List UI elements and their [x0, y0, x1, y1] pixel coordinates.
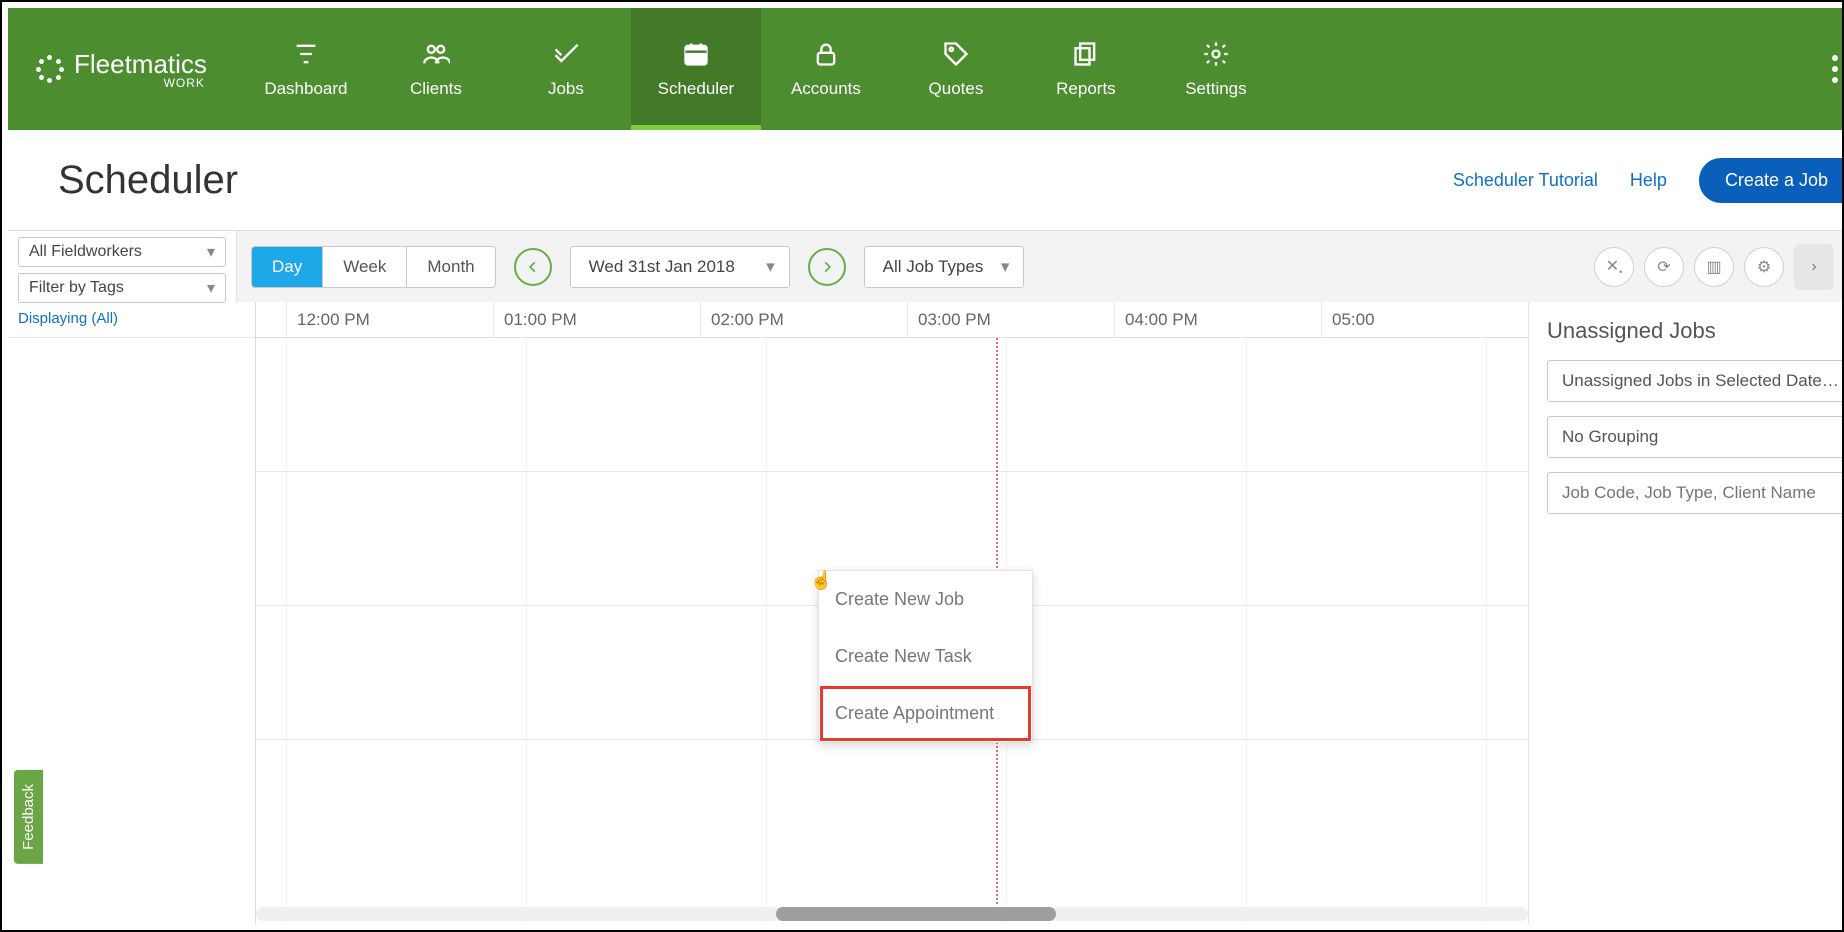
scrollbar-thumb[interactable]	[776, 907, 1056, 921]
close-x-icon: ✕•	[1606, 256, 1623, 277]
view-month-button[interactable]: Month	[407, 247, 494, 287]
unassigned-title: Unassigned Jobs	[1547, 318, 1844, 344]
prev-day-button[interactable]	[514, 248, 552, 286]
gear-icon: ⚙	[1757, 257, 1771, 277]
nav-quotes[interactable]: Quotes	[891, 8, 1021, 130]
brand-name: Fleetmatics	[74, 49, 207, 79]
toolbar: All Fieldworkers▾ Filter by Tags▾ Day We…	[8, 230, 1844, 302]
unassigned-range-dropdown[interactable]: Unassigned Jobs in Selected Date Range	[1547, 360, 1844, 402]
time-slot: 05:00	[1321, 302, 1528, 337]
nav-accounts[interactable]: Accounts	[761, 8, 891, 130]
columns-icon: ▥	[1706, 257, 1721, 277]
overflow-menu-icon[interactable]	[1832, 55, 1838, 83]
nav-jobs[interactable]: Jobs	[501, 8, 631, 130]
time-header: 12:00 PM 01:00 PM 02:00 PM 03:00 PM 04:0…	[256, 302, 1528, 338]
time-slot: 02:00 PM	[700, 302, 907, 337]
tags-dropdown[interactable]: Filter by Tags▾	[18, 273, 226, 303]
chevron-right-icon	[820, 260, 834, 274]
tool-button-1[interactable]: ✕•	[1594, 247, 1634, 287]
ctx-create-new-task[interactable]: Create New Task	[819, 628, 1032, 685]
page-header: Scheduler Scheduler Tutorial Help Create…	[8, 130, 1844, 230]
nav-reports[interactable]: Reports	[1021, 8, 1151, 130]
brand-logo: Fleetmatics WORK	[8, 8, 241, 130]
unassigned-panel: Unassigned Jobs Unassigned Jobs in Selec…	[1528, 302, 1844, 924]
help-link[interactable]: Help	[1630, 170, 1667, 191]
filter-icon	[292, 39, 320, 69]
worker-row[interactable]: Brittany Stokes	[256, 338, 1528, 472]
time-slot: 04:00 PM	[1114, 302, 1321, 337]
chevron-right-icon: ›	[1811, 258, 1816, 276]
context-menu: Create New Job Create New Task Create Ap…	[818, 570, 1033, 743]
next-day-button[interactable]	[808, 248, 846, 286]
unassigned-search-input[interactable]	[1547, 472, 1844, 514]
jobtypes-dropdown[interactable]: All Job Types▾	[864, 246, 1025, 288]
nav-scheduler[interactable]: Scheduler	[631, 8, 761, 130]
copy-icon	[1072, 39, 1100, 69]
date-picker[interactable]: Wed 31st Jan 2018▾	[570, 246, 790, 288]
create-job-button[interactable]: Create a Job	[1699, 158, 1844, 203]
tool-settings-button[interactable]: ⚙	[1744, 247, 1784, 287]
gear-icon	[1202, 39, 1230, 69]
caret-down-icon: ▾	[207, 278, 215, 298]
page-title: Scheduler	[58, 158, 238, 203]
nav-clients[interactable]: Clients	[371, 8, 501, 130]
view-week-button[interactable]: Week	[323, 247, 407, 287]
nav-settings[interactable]: Settings	[1151, 8, 1281, 130]
refresh-icon: ⟳	[1657, 257, 1670, 277]
caret-down-icon: ▾	[766, 257, 775, 277]
main-nav: Dashboard Clients Jobs Scheduler Account…	[241, 8, 1281, 130]
caret-down-icon: ▾	[1001, 257, 1010, 277]
scheduler-tutorial-link[interactable]: Scheduler Tutorial	[1453, 170, 1598, 191]
collapse-sidepanel-button[interactable]: ›	[1794, 244, 1834, 290]
lock-icon	[812, 39, 840, 69]
tool-refresh-button[interactable]: ⟳	[1644, 247, 1684, 287]
people-icon	[422, 39, 450, 69]
worker-row[interactable]: Oden Joseph	[256, 740, 1528, 874]
caret-down-icon: ▾	[207, 242, 215, 262]
top-navbar: Fleetmatics WORK Dashboard Clients Jobs …	[8, 8, 1844, 130]
tool-columns-button[interactable]: ▥	[1694, 247, 1734, 287]
feedback-tab[interactable]: Feedback	[14, 770, 43, 864]
ctx-create-appointment[interactable]: Create Appointment	[819, 685, 1032, 742]
calendar-icon	[682, 39, 710, 69]
tag-icon	[942, 39, 970, 69]
view-segmented-control: Day Week Month	[251, 246, 496, 288]
cursor-pointer-icon: ☝	[810, 570, 832, 591]
unassigned-grouping-dropdown[interactable]: No Grouping	[1547, 416, 1844, 458]
brand-spinner-icon	[36, 55, 64, 83]
time-slot: 12:00 PM	[286, 302, 493, 337]
time-slot: 01:00 PM	[493, 302, 700, 337]
horizontal-scrollbar[interactable]	[256, 907, 1528, 921]
nav-dashboard[interactable]: Dashboard	[241, 8, 371, 130]
fieldworkers-dropdown[interactable]: All Fieldworkers▾	[18, 237, 226, 267]
view-day-button[interactable]: Day	[252, 247, 323, 287]
ctx-create-new-job[interactable]: Create New Job	[819, 571, 1032, 628]
time-slot: 03:00 PM	[907, 302, 1114, 337]
check-icon	[552, 39, 580, 69]
displaying-all-link[interactable]: Displaying (All)	[8, 302, 255, 338]
chevron-left-icon	[526, 260, 540, 274]
